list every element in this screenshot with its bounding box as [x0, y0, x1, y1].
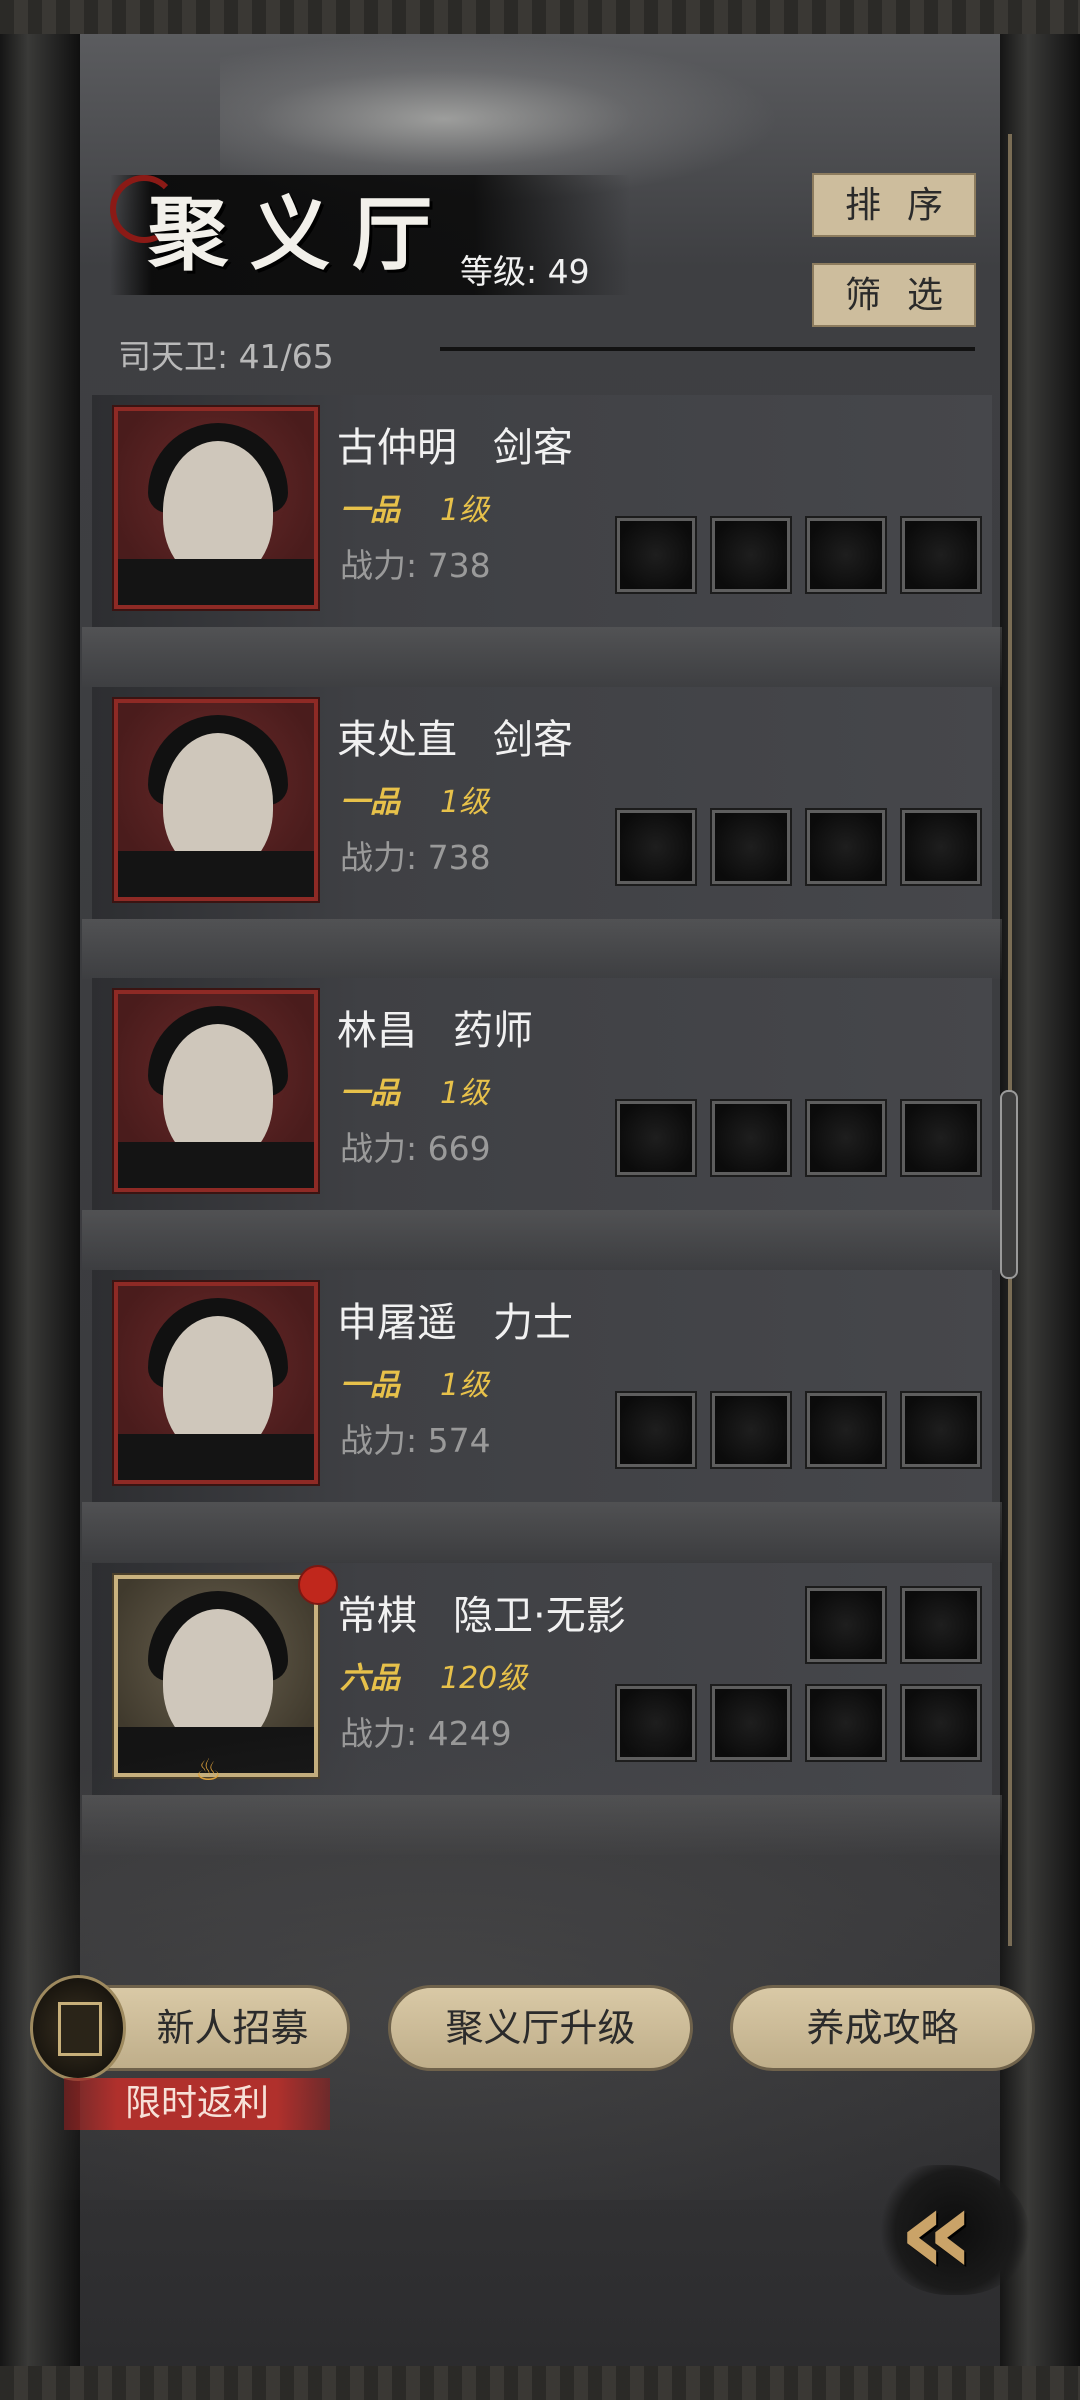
hero-name: 申屠遥	[337, 1300, 457, 1346]
promo-label[interactable]: 限时返利	[64, 2078, 330, 2130]
hero-name-line: 申屠遥 力士	[337, 1290, 573, 1348]
hero-rank: 一品	[340, 493, 400, 528]
hero-name-line: 古仲明 剑客	[337, 415, 573, 473]
hero-class: 力士	[493, 1300, 573, 1346]
hero-name: 常棋	[337, 1593, 417, 1639]
hero-rank: 六品	[340, 1661, 400, 1696]
equipment-slot[interactable]	[710, 1391, 792, 1469]
hero-name: 束处直	[337, 717, 457, 763]
hero-class: 剑客	[493, 717, 573, 763]
hero-name: 林昌	[337, 1008, 417, 1054]
equipment-slot[interactable]	[615, 516, 697, 594]
notification-dot-icon	[298, 1565, 338, 1605]
hero-card[interactable]: 申屠遥 力士 一品 1级 战力: 574	[82, 1270, 1002, 1562]
hero-class: 隐卫·无影	[453, 1593, 626, 1639]
body-shape	[118, 1434, 314, 1480]
equipment-slot[interactable]	[710, 516, 792, 594]
equipment-slot[interactable]	[805, 1391, 887, 1469]
equipment-slot[interactable]	[615, 808, 697, 886]
hero-portrait	[112, 988, 320, 1194]
equipment-slot[interactable]	[710, 808, 792, 886]
equipment-slot[interactable]	[805, 1586, 887, 1664]
hero-card[interactable]: 束处直 剑客 一品 1级 战力: 738	[82, 687, 1002, 979]
guard-count: 司天卫: 41/65	[118, 337, 334, 376]
hero-class: 药师	[453, 1008, 533, 1054]
hero-level: 1级	[440, 1076, 490, 1111]
hero-rank-line: 六品 120级	[340, 1653, 527, 1697]
hero-power: 战力: 574	[340, 1421, 491, 1460]
equipment-slot[interactable]	[615, 1099, 697, 1177]
equipment-slot[interactable]	[710, 1099, 792, 1177]
hero-rank: 一品	[340, 1076, 400, 1111]
hall-upgrade-button[interactable]: 聚义厅升级	[388, 1985, 693, 2071]
body-shape	[118, 559, 314, 605]
page-title: 聚义厅	[148, 187, 454, 281]
hero-portrait	[112, 697, 320, 903]
recruit-token-icon[interactable]	[30, 1975, 126, 2081]
hero-name-line: 林昌 药师	[337, 998, 533, 1056]
equipment-slot[interactable]	[805, 516, 887, 594]
equipment-slot[interactable]	[900, 1099, 982, 1177]
hero-power: 战力: 738	[340, 838, 491, 877]
token-inner	[58, 2002, 102, 2056]
back-chevron-icon: «	[898, 2163, 975, 2302]
hero-power: 战力: 738	[340, 546, 491, 585]
hero-rank-line: 一品 1级	[340, 1068, 489, 1112]
body-shape	[118, 1142, 314, 1188]
pillar-rail	[1008, 134, 1012, 1946]
hero-portrait	[112, 405, 320, 611]
hero-rank-line: 一品 1级	[340, 777, 489, 821]
hero-name-line: 常棋 隐卫·无影	[337, 1583, 626, 1641]
hero-card[interactable]: 古仲明 剑客 一品 1级 战力: 738	[82, 395, 1002, 687]
equipment-slot[interactable]	[900, 808, 982, 886]
bottom-border	[0, 2366, 1080, 2400]
equipment-slot[interactable]	[805, 1099, 887, 1177]
header-divider	[440, 347, 975, 351]
hero-portrait	[112, 1280, 320, 1486]
hero-card[interactable]: 林昌 药师 一品 1级 战力: 669	[82, 978, 1002, 1270]
hero-name: 古仲明	[337, 425, 457, 471]
hero-level: 120级	[440, 1661, 528, 1696]
hero-class: 剑客	[493, 425, 573, 471]
equipment-slot[interactable]	[900, 1586, 982, 1664]
hero-level: 1级	[440, 785, 490, 820]
filter-button[interactable]: 筛选	[812, 263, 976, 327]
top-border	[0, 0, 1080, 34]
hero-rank-line: 一品 1级	[340, 1360, 489, 1404]
equipment-slot[interactable]	[900, 1391, 982, 1469]
hall-level: 等级: 49	[460, 252, 590, 291]
hero-rank: 一品	[340, 785, 400, 820]
hero-rank: 一品	[340, 1368, 400, 1403]
hero-power: 战力: 669	[340, 1129, 491, 1168]
list-scrollbar[interactable]	[1000, 1090, 1018, 1279]
body-shape	[118, 851, 314, 897]
equipment-slot[interactable]	[805, 808, 887, 886]
back-button[interactable]: «	[860, 2155, 1040, 2305]
sort-button[interactable]: 排序	[812, 173, 976, 237]
hero-name-line: 束处直 剑客	[337, 707, 573, 765]
hero-level: 1级	[440, 1368, 490, 1403]
hero-rank-line: 一品 1级	[340, 485, 489, 529]
hero-level: 1级	[440, 493, 490, 528]
equipment-slot[interactable]	[900, 516, 982, 594]
equipment-slot[interactable]	[615, 1391, 697, 1469]
guide-button[interactable]: 养成攻略	[730, 1985, 1035, 2071]
